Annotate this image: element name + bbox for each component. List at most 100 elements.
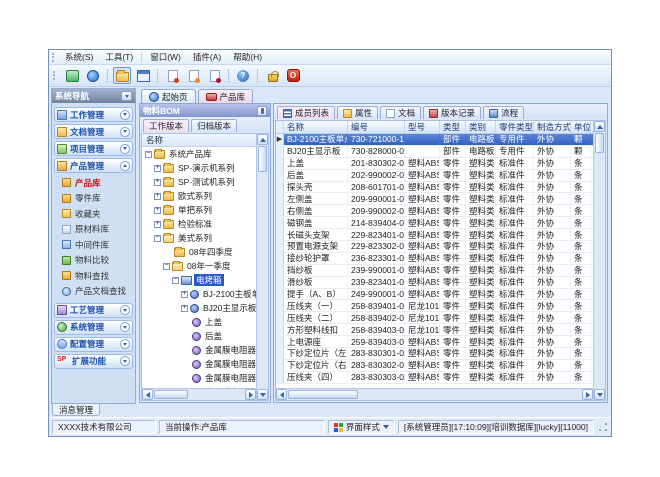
- sidebar-group-2[interactable]: 文档管理: [54, 124, 133, 139]
- table-row[interactable]: 压线夹（二）258-839402-00X尼龙1010零件塑料类标准件外协条: [276, 312, 593, 324]
- table-row[interactable]: 磁钢盖214-839404-01X塑料ABS零件塑料类标准件外协条: [276, 217, 593, 229]
- resize-grip[interactable]: [598, 422, 608, 432]
- sidebar-item-物料查找[interactable]: 物料查找: [57, 269, 133, 282]
- member-tab-属性[interactable]: 属性: [337, 106, 378, 119]
- table-row[interactable]: 压线夹（一）258-839401-00X尼龙1010零件塑料类标准件外协条: [276, 300, 593, 312]
- scroll-right-button[interactable]: [245, 389, 256, 400]
- menu-item-2[interactable]: 工具(T): [99, 50, 139, 64]
- table-row[interactable]: 挡纱板239-990001-01X塑料ABS零件塑料类标准件外协条: [276, 265, 593, 277]
- table-row[interactable]: BJ20主显示板730-828000-04X部件电路板专用件外协颗: [276, 146, 593, 158]
- tree-node-10[interactable]: −电烤箱: [142, 273, 256, 287]
- sidebar-item-零件库[interactable]: 零件库: [57, 192, 133, 205]
- tree-node-1[interactable]: −系统产品库: [142, 147, 256, 161]
- window-button[interactable]: [134, 67, 152, 84]
- table-row[interactable]: 滑纱板239-823401-00X塑料ABS零件塑料类标准件外协条: [276, 277, 593, 289]
- table-horizontal-scrollbar[interactable]: [276, 388, 593, 400]
- menu-item-3[interactable]: 窗口(W): [144, 50, 187, 64]
- group-toggle-button[interactable]: [120, 127, 130, 137]
- sidebar-item-原材料库[interactable]: 原材料库: [57, 223, 133, 236]
- scroll-down-button[interactable]: [594, 389, 605, 400]
- scrollbar-thumb[interactable]: [154, 390, 188, 399]
- tree-node-8[interactable]: 08年四季度: [142, 245, 256, 259]
- column-header-名称[interactable]: 名称: [284, 121, 348, 133]
- collapse-icon[interactable]: −: [172, 277, 179, 284]
- table-row[interactable]: 下纱定位片（左）283-830301-00X塑料ABS零件塑料类标准件外协条: [276, 348, 593, 360]
- member-tab-流程[interactable]: 流程: [483, 106, 524, 119]
- expand-icon[interactable]: +: [154, 207, 161, 214]
- table-row[interactable]: 上电源座259-839403-00X塑料ABS零件塑料类标准件外协条: [276, 336, 593, 348]
- help-button[interactable]: ?: [234, 67, 252, 84]
- scroll-left-button[interactable]: [276, 389, 287, 400]
- tree-node-13[interactable]: 上盖: [142, 315, 256, 329]
- member-tab-文档[interactable]: 文档: [380, 106, 421, 119]
- sidebar-group-5[interactable]: 工艺管理: [54, 303, 133, 318]
- table-row[interactable]: ▶BJ-2100主板单点730-721000-12X部件电路板专用件外协颗: [276, 134, 593, 146]
- exit-button[interactable]: O: [284, 67, 302, 84]
- table-row[interactable]: 压线夹（四）283-830303-00X塑料ABS零件塑料类标准件外协条: [276, 372, 593, 384]
- scroll-up-button[interactable]: [257, 134, 268, 145]
- doc-tab-起始页[interactable]: 起始页: [141, 89, 196, 103]
- tree-column-header[interactable]: 名称: [142, 134, 256, 147]
- interface-style-button[interactable]: 界面样式: [328, 420, 395, 434]
- scrollbar-thumb[interactable]: [595, 133, 604, 153]
- scroll-right-button[interactable]: [582, 389, 593, 400]
- tree-node-2[interactable]: +SP-演示机系列: [142, 161, 256, 175]
- tree-horizontal-scrollbar[interactable]: [142, 388, 256, 400]
- member-tab-成员列表[interactable]: 成员列表: [277, 106, 335, 119]
- sidebar-item-收藏夹[interactable]: 收藏夹: [57, 207, 133, 220]
- column-header-制造方式[interactable]: 制造方式: [534, 121, 571, 133]
- workspace-button[interactable]: [63, 67, 81, 84]
- column-header-类别[interactable]: 类别: [466, 121, 496, 133]
- table-row[interactable]: 右侧盖209-990002-01X塑料ABS零件塑料类标准件外协条: [276, 205, 593, 217]
- tree-node-15[interactable]: 金属膜电阻器: [142, 343, 256, 357]
- sidebar-item-产品库[interactable]: 产品库: [57, 176, 133, 189]
- column-header-编号[interactable]: 编号: [348, 121, 405, 133]
- lock-button[interactable]: [263, 67, 281, 84]
- group-toggle-button[interactable]: [120, 161, 130, 171]
- sidebar-group-8[interactable]: SP扩展功能: [54, 354, 133, 369]
- sidebar-collapse-button[interactable]: [121, 91, 132, 101]
- table-row[interactable]: 接纱轮护罩236-823301-00X塑料ABS零件塑料类标准件外协条: [276, 253, 593, 265]
- message-management-tab[interactable]: 消息管理: [52, 404, 100, 416]
- tree-node-5[interactable]: +单把系列: [142, 203, 256, 217]
- tree-node-6[interactable]: +检验标准: [142, 217, 256, 231]
- column-header-单位[interactable]: 单位: [571, 121, 591, 133]
- expand-icon[interactable]: +: [181, 291, 188, 298]
- version-tab-归档版本[interactable]: 归档版本: [191, 119, 237, 132]
- sidebar-group-1[interactable]: 工作管理: [54, 107, 133, 122]
- table-row[interactable]: 下纱定位片（右）283-830302-00X塑料ABS零件塑料类标准件外协条: [276, 360, 593, 372]
- group-toggle-button[interactable]: [120, 322, 130, 332]
- group-toggle-button[interactable]: [120, 305, 130, 315]
- tree-node-11[interactable]: +BJ-2100主板单点: [142, 287, 256, 301]
- group-toggle-button[interactable]: [120, 110, 130, 120]
- sidebar-group-3[interactable]: 项目管理: [54, 141, 133, 156]
- scrollbar-thumb[interactable]: [288, 390, 358, 399]
- network-button[interactable]: [84, 67, 102, 84]
- tree-node-17[interactable]: 金属膜电阻器: [142, 371, 256, 385]
- sidebar-group-7[interactable]: 配置管理: [54, 337, 133, 352]
- table-row[interactable]: 上盖201-830302-00X塑料ABS零件塑料类标准件外协条: [276, 158, 593, 170]
- scroll-left-button[interactable]: [142, 389, 153, 400]
- pin-button[interactable]: [257, 106, 267, 116]
- menu-item-1[interactable]: 系统(S): [59, 50, 99, 64]
- sidebar-item-中间件库[interactable]: 中间件库: [57, 238, 133, 251]
- table-vertical-scrollbar[interactable]: [593, 121, 605, 400]
- column-header-类型[interactable]: 类型: [440, 121, 466, 133]
- tree-node-16[interactable]: 金属膜电阻器: [142, 357, 256, 371]
- open-library-button[interactable]: [113, 67, 131, 84]
- menu-item-4[interactable]: 插件(A): [187, 50, 227, 64]
- scrollbar-thumb[interactable]: [258, 146, 267, 172]
- group-toggle-button[interactable]: [120, 356, 130, 366]
- table-row[interactable]: 后盖202-990002-01X塑料ABS零件塑料类标准件外协条: [276, 170, 593, 182]
- expand-icon[interactable]: +: [154, 179, 161, 186]
- menu-item-5[interactable]: 帮助(H): [227, 50, 268, 64]
- sidebar-item-产品文档查找[interactable]: 产品文档查找: [57, 285, 133, 298]
- expand-icon[interactable]: +: [154, 221, 161, 228]
- sidebar-group-4[interactable]: 产品管理: [54, 158, 133, 173]
- tree-node-14[interactable]: 后盖: [142, 329, 256, 343]
- scroll-up-button[interactable]: [594, 121, 605, 132]
- group-toggle-button[interactable]: [120, 144, 130, 154]
- tree-node-3[interactable]: +SP-测试机系列: [142, 175, 256, 189]
- toolbar-grip[interactable]: [53, 71, 56, 80]
- doc-sync-button[interactable]: [184, 67, 202, 84]
